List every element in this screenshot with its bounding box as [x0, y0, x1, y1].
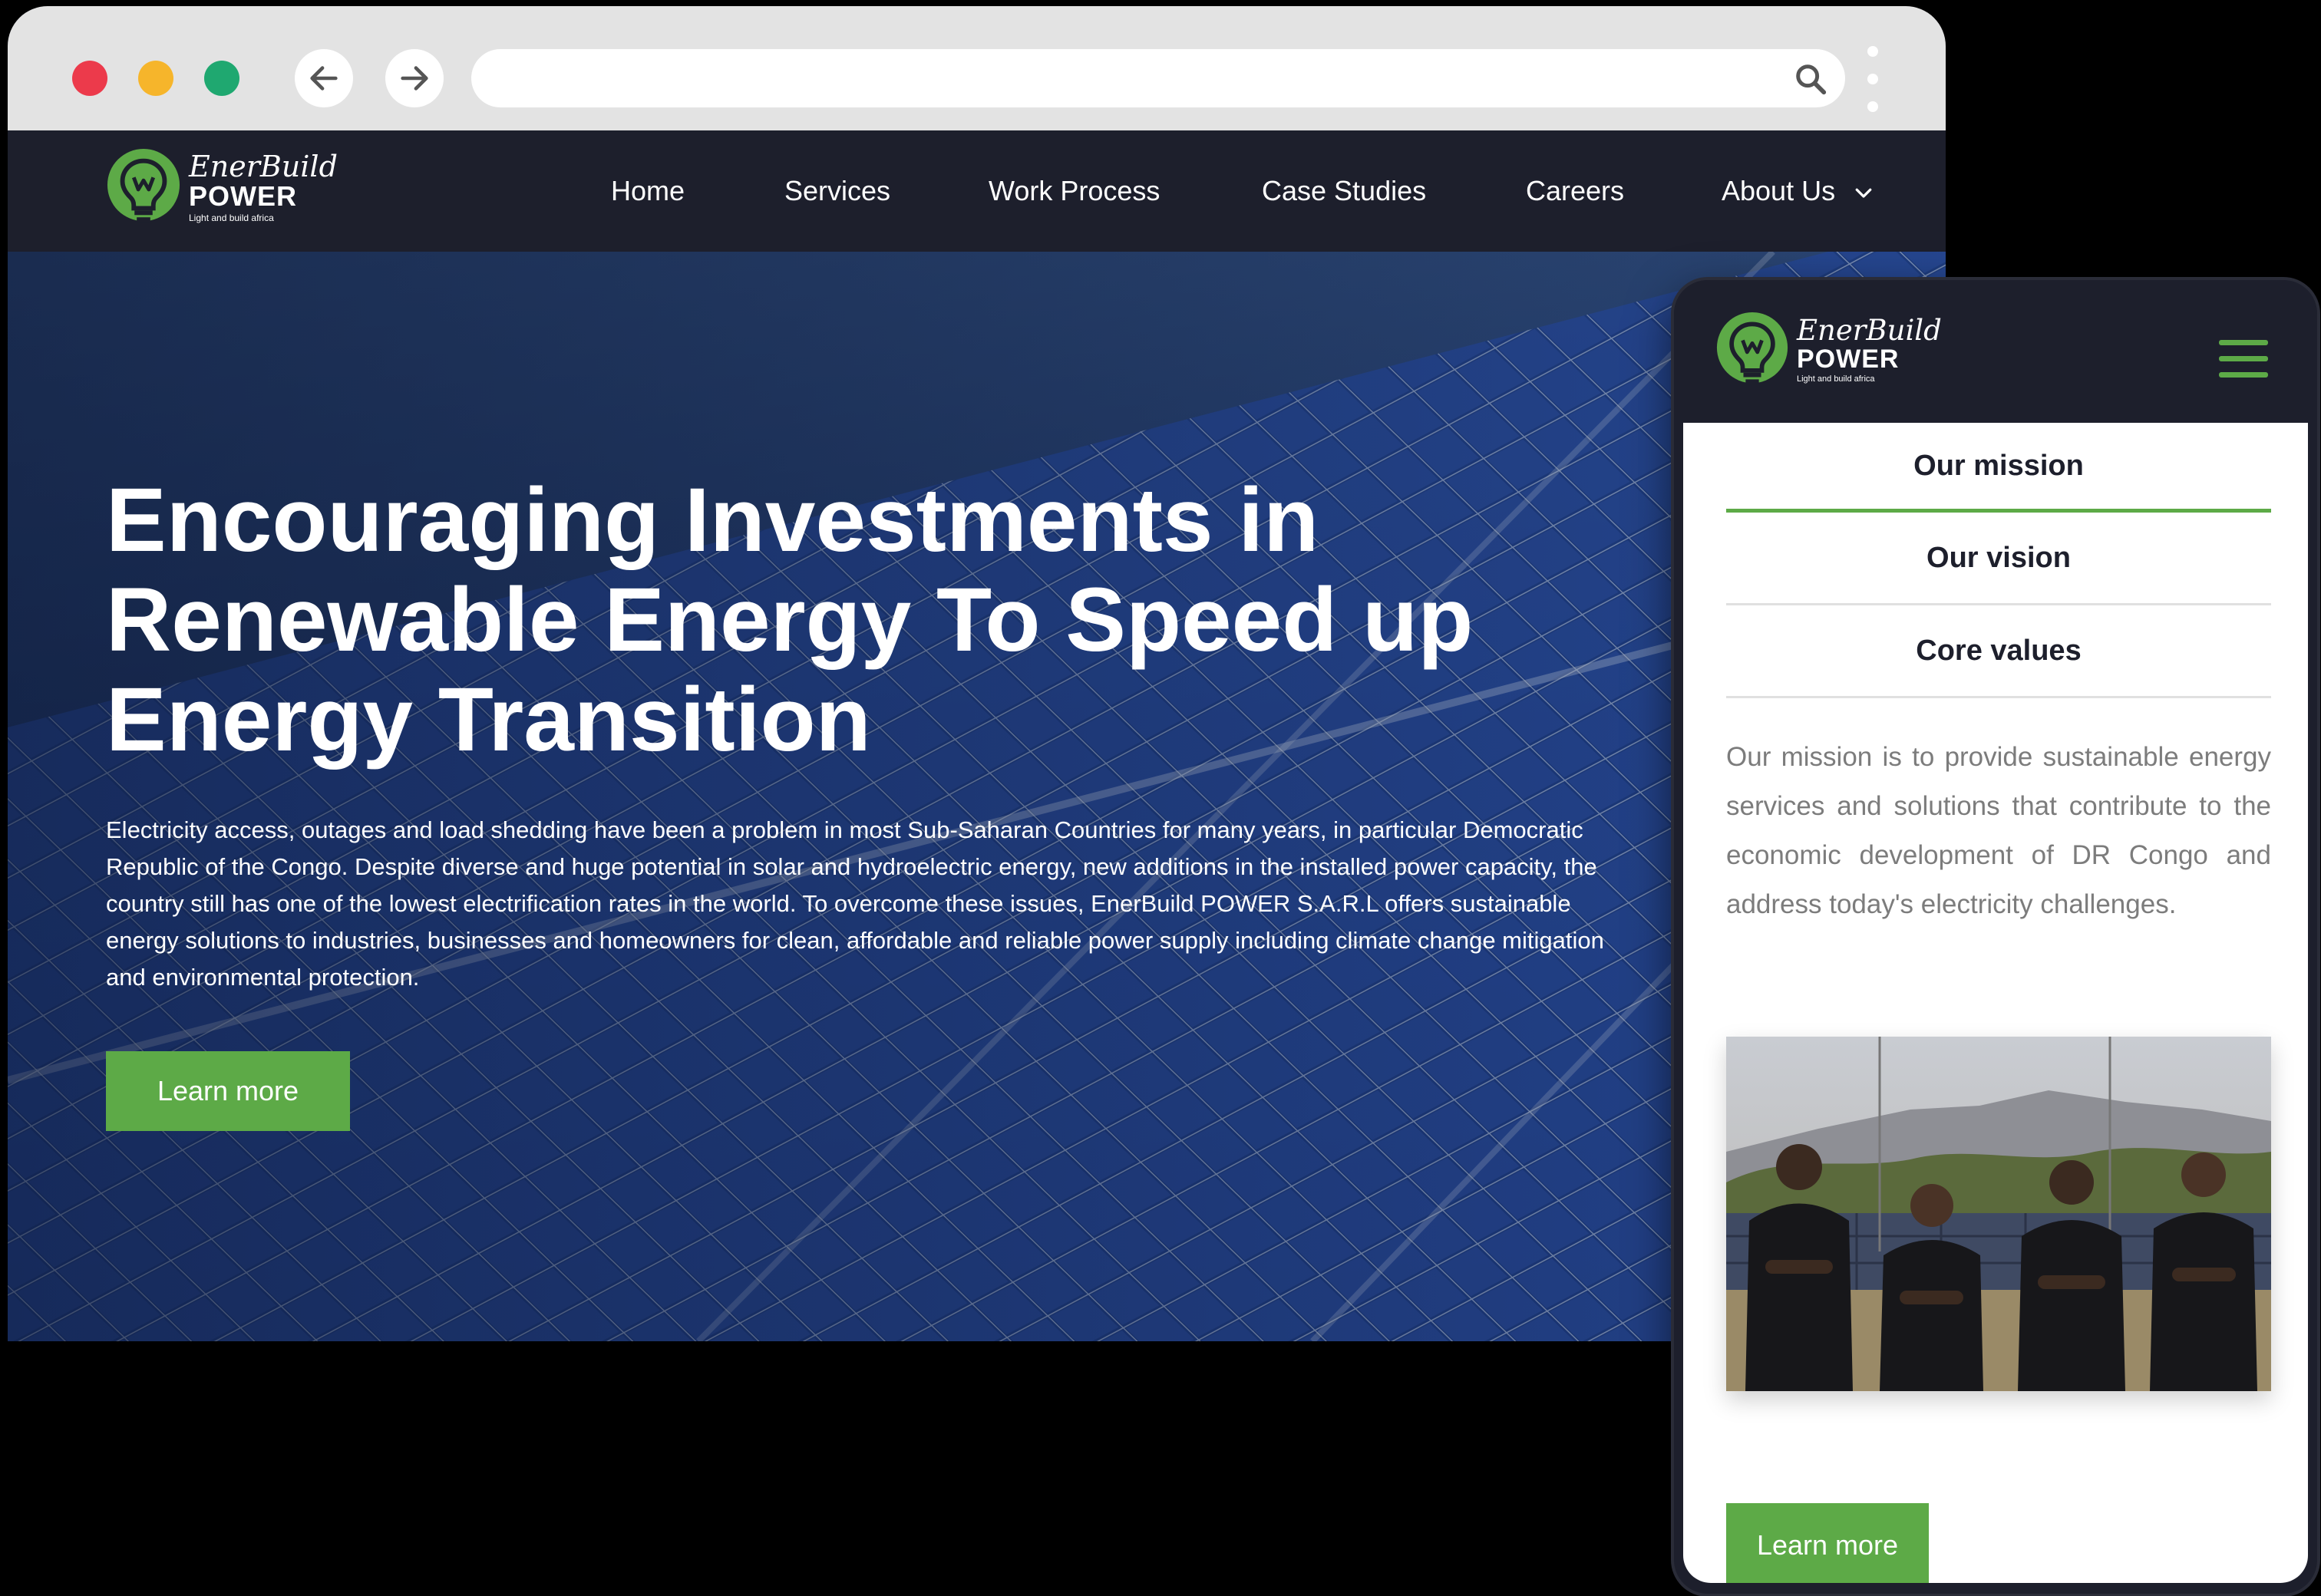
mobile-brand-name-main: POWER: [1797, 345, 1900, 374]
enerbuild-logo[interactable]: EnerBuild POWER Light and build africa: [106, 147, 338, 227]
nav-work-process[interactable]: Work Process: [989, 175, 1160, 207]
hamburger-icon[interactable]: [2219, 340, 2268, 378]
mission-text: Our mission is to provide sustainable en…: [1726, 742, 2271, 919]
team-photo: [1726, 1037, 2271, 1391]
hero-description: Electricity access, outages and load she…: [106, 816, 1604, 991]
mobile-mockup: EnerBuild POWER Light and build africa O…: [1674, 280, 2317, 1594]
maximize-window-button[interactable]: [204, 61, 239, 96]
arrow-left-icon: [310, 66, 338, 91]
close-window-button[interactable]: [72, 61, 107, 96]
back-button[interactable]: [295, 49, 353, 107]
search-icon[interactable]: [1793, 61, 1828, 97]
brand-tagline: Light and build africa: [189, 213, 274, 223]
about-tabs: Our mission Our vision Core values: [1726, 423, 2271, 698]
nav-home[interactable]: Home: [611, 175, 685, 207]
tab-our-mission[interactable]: Our mission: [1726, 423, 2271, 513]
hero-title-line-1: Encouraging Investments in: [106, 470, 1319, 571]
tab-our-vision[interactable]: Our vision: [1726, 513, 2271, 605]
nav-about-us[interactable]: About Us: [1722, 175, 1875, 207]
nav-about-us-label: About Us: [1722, 175, 1836, 206]
mobile-brand-name-top: EnerBuild: [1797, 314, 1942, 347]
nav-careers[interactable]: Careers: [1526, 175, 1624, 207]
site-header: EnerBuild POWER Light and build africa H…: [8, 130, 1946, 252]
hero-title-line-2: Renewable Energy To Speed up: [106, 569, 1474, 671]
nav-services[interactable]: Services: [784, 175, 890, 207]
vertical-dots-icon[interactable]: [1865, 46, 1880, 114]
mobile-enerbuild-logo[interactable]: EnerBuild POWER Light and build africa: [1715, 311, 1942, 389]
desktop-browser-mockup: EnerBuild POWER Light and build africa H…: [8, 6, 1946, 1341]
forward-button[interactable]: [385, 49, 444, 107]
lightbulb-logo-icon: [1716, 312, 1788, 384]
brand-name-top: EnerBuild: [189, 150, 338, 183]
mobile-header: EnerBuild POWER Light and build africa: [1674, 280, 2317, 423]
chevron-down-icon: [1855, 189, 1872, 199]
address-bar[interactable]: [471, 49, 1845, 107]
browser-toolbar: [8, 6, 1946, 130]
brand-name-main: POWER: [189, 180, 298, 212]
lightbulb-logo-icon: [107, 149, 180, 223]
hero-title-line-3: Energy Transition: [106, 669, 871, 770]
mobile-brand-tagline: Light and build africa: [1797, 374, 1875, 384]
tab-core-values[interactable]: Core values: [1726, 605, 2271, 698]
mobile-learn-more-button[interactable]: Learn more: [1726, 1503, 1929, 1583]
arrow-right-icon: [401, 66, 428, 91]
mobile-content: Our mission Our vision Core values Our m…: [1683, 423, 2308, 1583]
nav-case-studies[interactable]: Case Studies: [1262, 175, 1426, 207]
hero-title: Encouraging Investments in Renewable Ene…: [106, 470, 1595, 770]
solar-panels-background-image: [8, 252, 1946, 1341]
minimize-window-button[interactable]: [138, 61, 173, 96]
hero-learn-more-button[interactable]: Learn more: [106, 1051, 350, 1131]
hero-section: Encouraging Investments in Renewable Ene…: [8, 252, 1946, 1341]
